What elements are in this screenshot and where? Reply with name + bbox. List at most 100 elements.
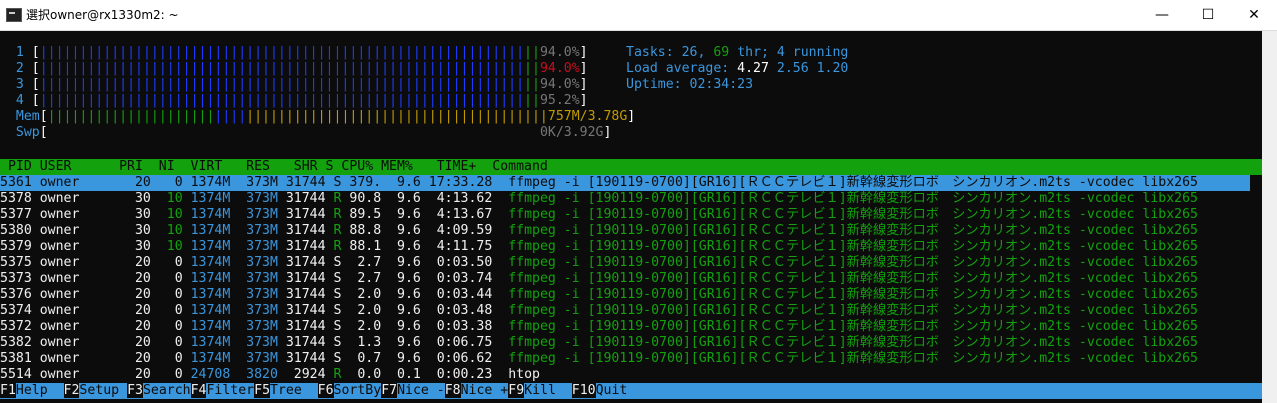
process-time: 4:13.62 xyxy=(420,191,493,206)
process-row[interactable]: 5379 owner 30 10 1374M 373M 31744 R 88.1… xyxy=(0,239,1198,255)
process-s: R xyxy=(325,367,342,382)
process-time: 0:03.38 xyxy=(420,319,493,334)
process-time: 4:09.59 xyxy=(420,223,493,238)
process-pri: 20 xyxy=(111,271,151,286)
process-row[interactable]: 5375 owner 20 0 1374M 373M 31744 S 2.7 9… xyxy=(0,255,1198,271)
process-user: owner xyxy=(31,223,112,238)
fkey-f5[interactable]: F5 xyxy=(254,383,271,398)
process-pri: 20 xyxy=(111,319,151,334)
process-ni: 0 xyxy=(150,287,183,302)
process-virt: 1374M xyxy=(182,239,231,254)
process-row[interactable]: 5373 owner 20 0 1374M 373M 31744 S 2.7 9… xyxy=(0,271,1198,287)
process-virt: 1374M xyxy=(182,175,231,190)
fkey-label[interactable]: Kill xyxy=(524,383,572,398)
fkey-f10[interactable]: F10 xyxy=(571,383,596,398)
minimize-button[interactable]: — xyxy=(1139,0,1185,30)
column-headers[interactable]: PID USER PRI NI VIRT RES SHR S CPU% MEM%… xyxy=(0,159,548,174)
process-res: 373M xyxy=(230,303,278,318)
function-key-bar: F1Help F2Setup F3SearchF4FilterF5Tree F6… xyxy=(0,383,1262,399)
process-res: 373M xyxy=(230,319,278,334)
process-pri: 30 xyxy=(111,239,151,254)
process-shr: 31744 xyxy=(277,303,326,318)
process-pid: 5378 xyxy=(0,191,32,206)
process-virt: 1374M xyxy=(182,335,231,350)
maximize-button[interactable]: ☐ xyxy=(1185,0,1231,30)
fkey-label[interactable]: Setup xyxy=(79,383,128,398)
process-row[interactable]: 5514 owner 20 0 24708 3820 2924 R 0.0 0.… xyxy=(0,367,540,383)
cpu2-meter: 2 [|||||||||||||||||||||||||||||||||||||… xyxy=(15,61,588,76)
fkey-label[interactable]: Quit xyxy=(595,383,628,398)
fkey-label[interactable]: SortBy xyxy=(333,383,382,398)
process-row[interactable]: 5372 owner 20 0 1374M 373M 31744 S 2.0 9… xyxy=(0,319,1198,335)
process-shr: 31744 xyxy=(277,351,326,366)
process-cpu: 88.8 xyxy=(341,223,382,238)
fkey-label[interactable]: Tree xyxy=(270,383,318,398)
close-button[interactable]: ✕ xyxy=(1231,0,1277,30)
process-ni: 0 xyxy=(150,303,183,318)
process-pri: 20 xyxy=(111,303,151,318)
process-row[interactable]: 5374 owner 20 0 1374M 373M 31744 S 2.0 9… xyxy=(0,303,1198,319)
process-user: owner xyxy=(31,191,112,206)
process-cpu: 1.3 xyxy=(341,335,382,350)
swp-meter: Swp[ 0K/3.92G] xyxy=(15,125,612,140)
fkey-f1[interactable]: F1 xyxy=(0,383,16,398)
process-pid: 5361 xyxy=(0,175,32,190)
process-table-header[interactable]: PID USER PRI NI VIRT RES SHR S CPU% MEM%… xyxy=(0,159,1277,175)
process-time: 0:03.48 xyxy=(420,303,493,318)
process-ni: 0 xyxy=(150,175,183,190)
fkey-label[interactable]: Nice - xyxy=(397,383,445,398)
process-ni: 0 xyxy=(150,367,183,382)
fkey-f9[interactable]: F9 xyxy=(508,383,525,398)
process-time: 17:33.28 xyxy=(420,175,493,190)
process-pri: 20 xyxy=(111,287,151,302)
process-row[interactable]: 5382 owner 20 0 1374M 373M 31744 S 1.3 9… xyxy=(0,335,1198,351)
process-s: S xyxy=(325,287,342,302)
process-cmd: ffmpeg -i [190119-0700][GR16][ＲＣＣテレビ１]新幹… xyxy=(492,207,1198,222)
scrollbar[interactable] xyxy=(1262,31,1277,403)
fkey-f6[interactable]: F6 xyxy=(317,383,334,398)
process-row[interactable]: 5377 owner 30 10 1374M 373M 31744 R 89.5… xyxy=(0,207,1198,223)
process-row[interactable]: 5378 owner 30 10 1374M 373M 31744 R 90.8… xyxy=(0,191,1198,207)
process-row[interactable]: 5361 owner 20 0 1374M 373M 31744 S 379. … xyxy=(0,175,1250,191)
process-virt: 1374M xyxy=(182,271,231,286)
terminal-screen[interactable]: 1 [|||||||||||||||||||||||||||||||||||||… xyxy=(0,31,1277,403)
process-s: S xyxy=(325,351,342,366)
process-pri: 20 xyxy=(111,335,151,350)
fkey-f4[interactable]: F4 xyxy=(190,383,207,398)
process-cpu: 2.7 xyxy=(341,271,382,286)
process-cmd: ffmpeg -i [190119-0700][GR16][ＲＣＣテレビ１]新幹… xyxy=(492,175,1198,190)
process-row[interactable]: 5376 owner 20 0 1374M 373M 31744 S 2.0 9… xyxy=(0,287,1198,303)
process-cmd: ffmpeg -i [190119-0700][GR16][ＲＣＣテレビ１]新幹… xyxy=(492,239,1198,254)
fkey-label[interactable]: Search xyxy=(142,383,191,398)
process-res: 373M xyxy=(230,239,278,254)
fkey-f8[interactable]: F8 xyxy=(444,383,461,398)
window-titlebar: 選択owner@rx1330m2: ~ — ☐ ✕ xyxy=(0,0,1277,31)
process-mem: 9.6 xyxy=(381,303,421,318)
process-mem: 9.6 xyxy=(381,255,421,270)
process-cpu: 2.0 xyxy=(341,319,382,334)
process-user: owner xyxy=(31,303,112,318)
process-cpu: 0.0 xyxy=(341,367,382,382)
process-row[interactable]: 5381 owner 20 0 1374M 373M 31744 S 0.7 9… xyxy=(0,351,1198,367)
process-virt: 1374M xyxy=(182,303,231,318)
fkey-label[interactable]: Filter xyxy=(206,383,255,398)
terminal-icon xyxy=(6,8,22,22)
fkey-label[interactable]: Help xyxy=(15,383,64,398)
fkey-f2[interactable]: F2 xyxy=(63,383,80,398)
process-mem: 0.1 xyxy=(381,367,421,382)
process-res: 373M xyxy=(230,271,278,286)
process-shr: 31744 xyxy=(277,223,326,238)
process-row[interactable]: 5380 owner 30 10 1374M 373M 31744 R 88.8… xyxy=(0,223,1198,239)
process-s: S xyxy=(325,271,342,286)
process-pri: 30 xyxy=(111,207,151,222)
fkey-f7[interactable]: F7 xyxy=(381,383,398,398)
fkey-label[interactable]: Nice + xyxy=(460,383,509,398)
process-time: 0:03.44 xyxy=(420,287,493,302)
process-res: 373M xyxy=(230,287,278,302)
process-s: R xyxy=(325,207,342,222)
fkey-f3[interactable]: F3 xyxy=(127,383,143,398)
process-pid: 5382 xyxy=(0,335,32,350)
process-pid: 5514 xyxy=(0,367,32,382)
process-shr: 31744 xyxy=(277,287,326,302)
process-pid: 5375 xyxy=(0,255,32,270)
